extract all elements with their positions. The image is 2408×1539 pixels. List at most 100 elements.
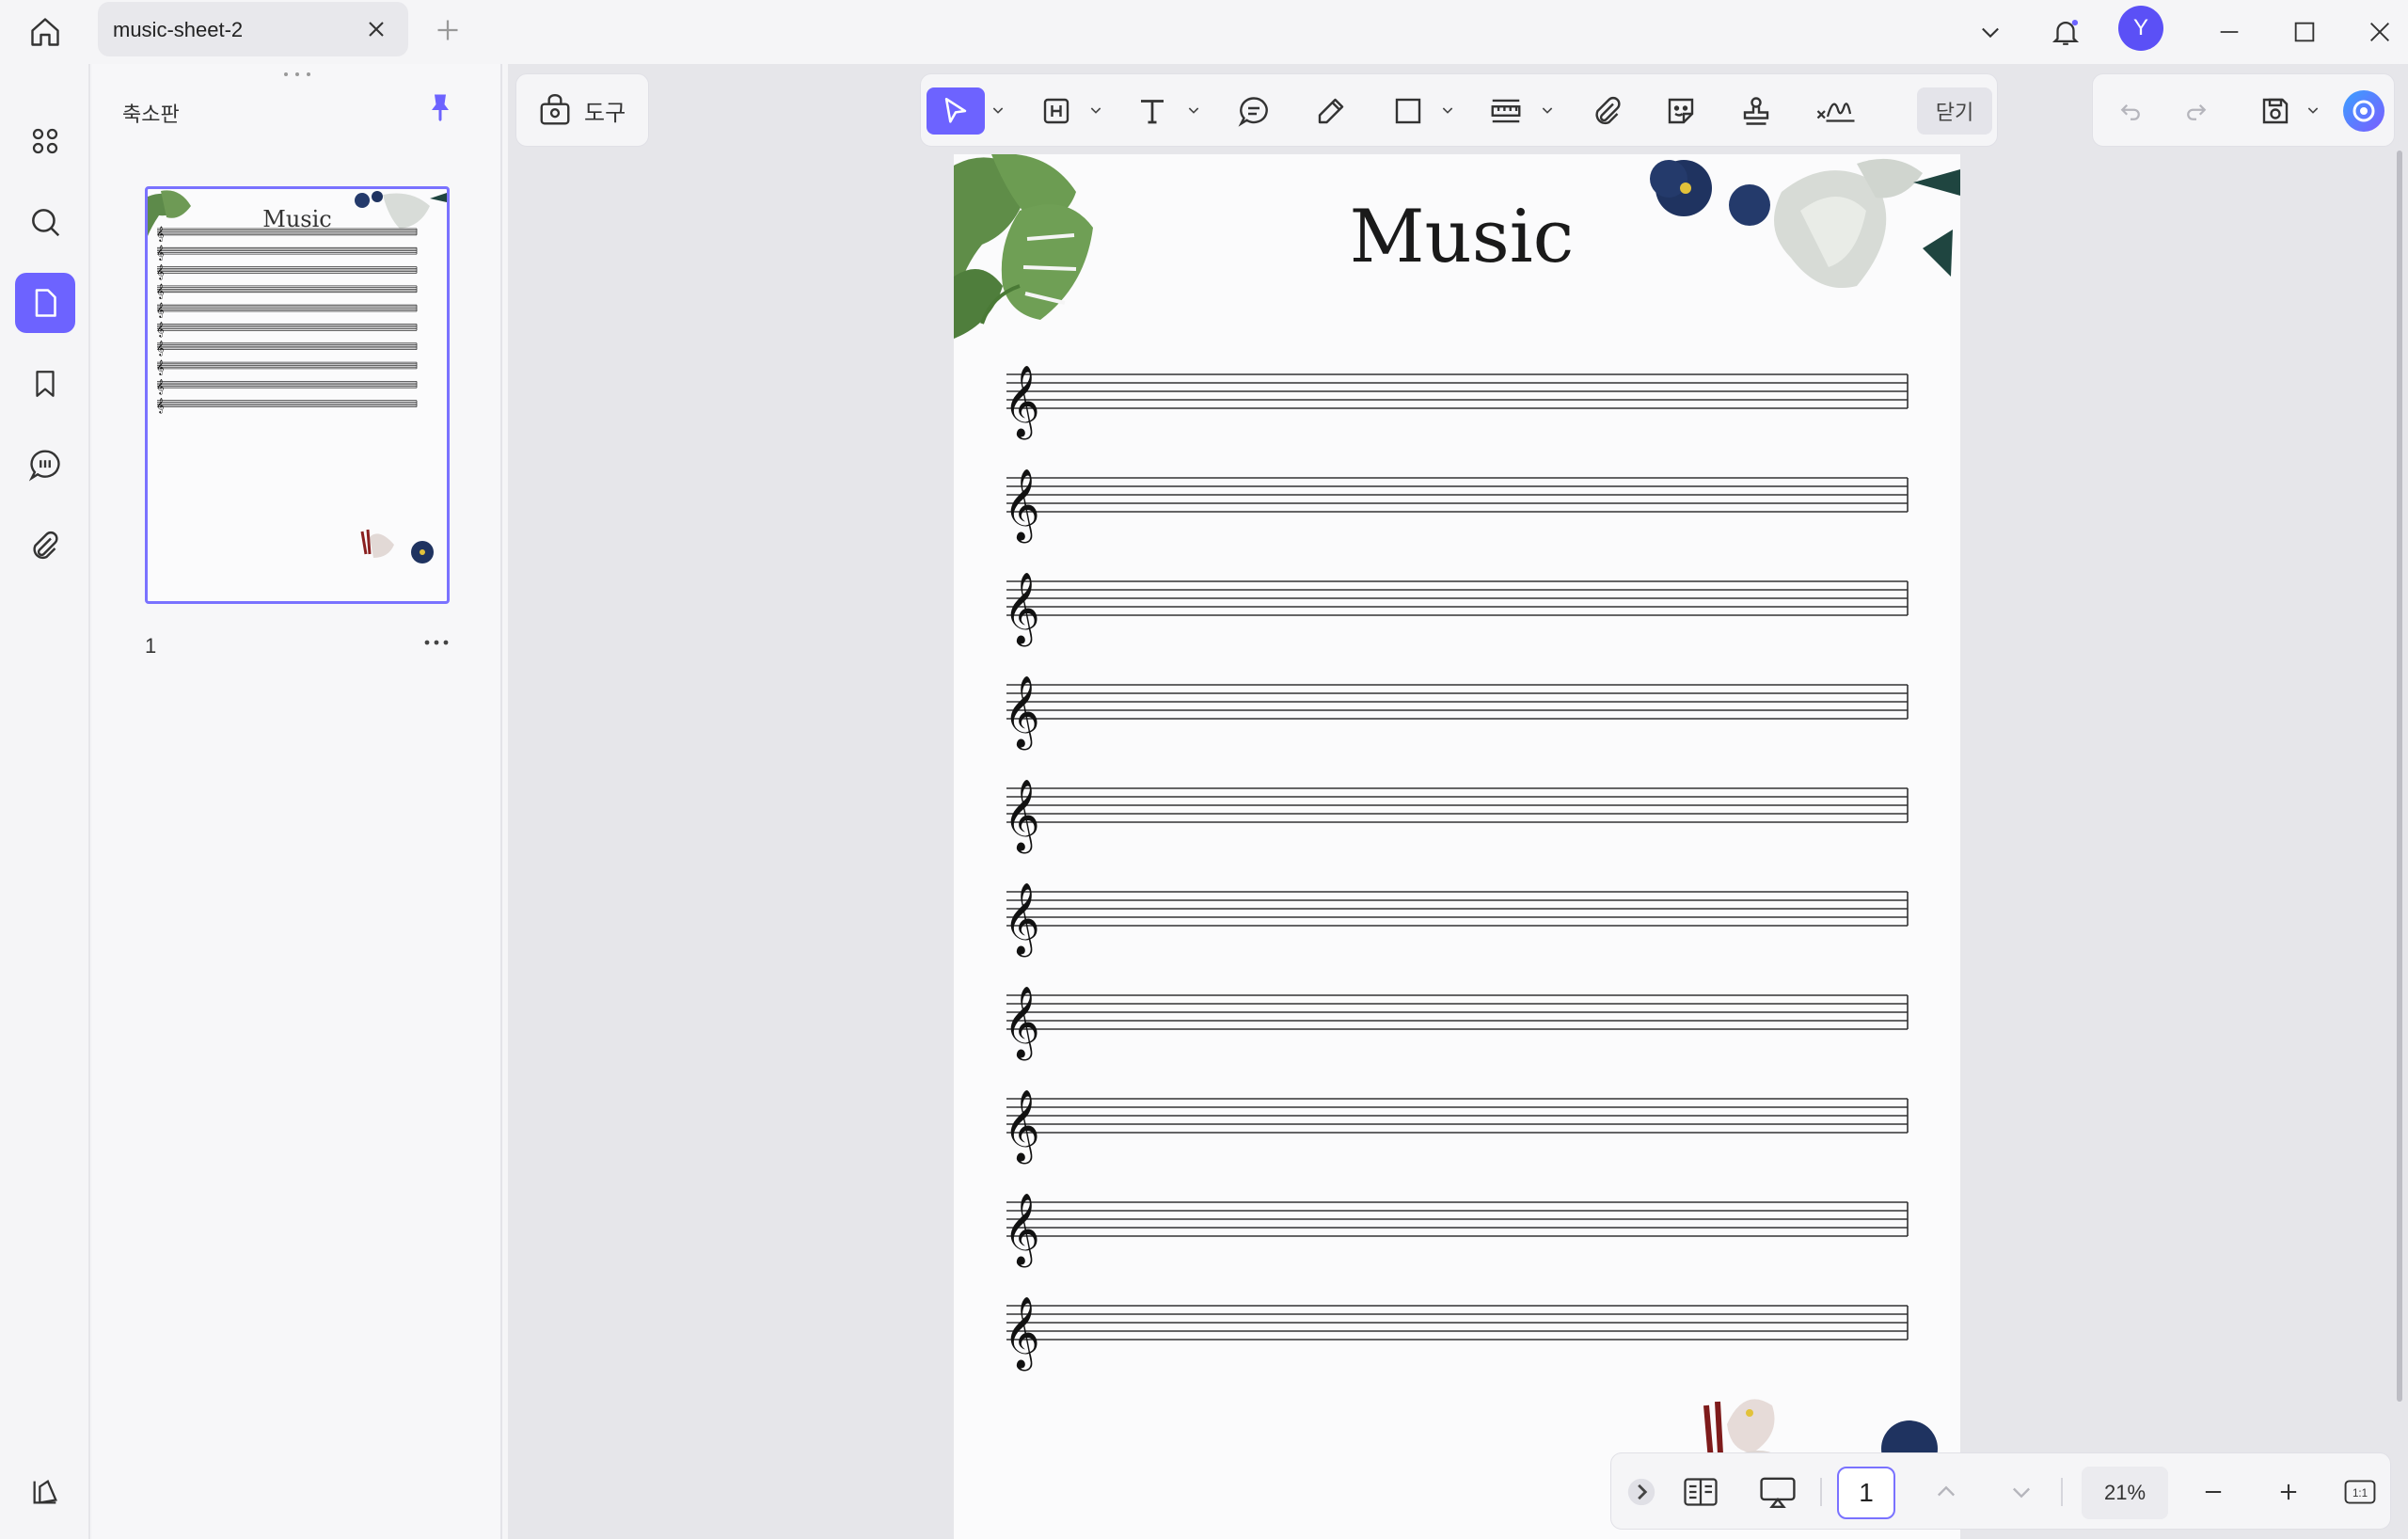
window-close-icon[interactable] xyxy=(2357,9,2402,55)
panel-toggle-icon[interactable] xyxy=(15,1462,75,1522)
redo-button[interactable] xyxy=(2174,87,2219,135)
treble-clef-icon: 𝄞 xyxy=(156,379,164,394)
ai-assistant-button[interactable] xyxy=(2339,87,2388,135)
thumbnail-staves: 𝄞 𝄞 𝄞 𝄞 𝄞 𝄞 𝄞 𝄞 𝄞 𝄞 xyxy=(156,227,418,414)
staff: 𝄞 xyxy=(156,341,418,357)
search-icon[interactable] xyxy=(15,192,75,252)
comment-tool[interactable] xyxy=(1231,87,1276,135)
staff: 𝄞 xyxy=(156,379,418,394)
thumbnail-page-number: 1 xyxy=(145,634,157,658)
chevron-down-icon[interactable] xyxy=(1540,103,1555,118)
undo-button[interactable] xyxy=(2108,87,2153,135)
treble-clef-icon: 𝄞 xyxy=(156,227,164,242)
text-tool[interactable] xyxy=(1130,87,1175,135)
rectangle-icon xyxy=(1395,98,1421,124)
pencil-icon xyxy=(1318,98,1344,124)
treble-clef-icon: 𝄞 xyxy=(156,341,164,357)
document-tab[interactable]: music-sheet-2 xyxy=(98,2,408,56)
more-options-icon[interactable] xyxy=(420,628,453,657)
staff: 𝄞 xyxy=(1004,882,1909,958)
stamp-tool[interactable] xyxy=(1734,87,1779,135)
document-page[interactable]: Music 𝄞 𝄞 𝄞 𝄞 𝄞 𝄞 𝄞 𝄞 𝄞 𝄞 xyxy=(954,154,1960,1539)
treble-clef-icon: 𝄞 xyxy=(156,303,164,318)
treble-clef-icon: 𝄞 xyxy=(1004,365,1040,440)
svg-text:1:1: 1:1 xyxy=(2353,1488,2368,1499)
toolbox-icon xyxy=(540,93,570,125)
staff: 𝄞 xyxy=(1004,986,1909,1061)
attachment-icon[interactable] xyxy=(15,516,75,576)
treble-clef-icon: 𝄞 xyxy=(156,399,164,414)
attach-tool[interactable] xyxy=(1585,87,1630,135)
zoom-out-button[interactable] xyxy=(2194,1468,2232,1515)
close-icon[interactable] xyxy=(363,16,389,42)
stamp-icon xyxy=(1743,97,1769,125)
treble-clef-icon: 𝄞 xyxy=(1004,468,1040,544)
close-toolbar-button[interactable]: 닫기 xyxy=(1917,87,1992,135)
treble-clef-icon: 𝄞 xyxy=(156,322,164,337)
pin-icon[interactable] xyxy=(423,90,461,128)
apps-grid-icon[interactable] xyxy=(15,111,75,171)
chevron-down-icon[interactable] xyxy=(990,103,1006,118)
tools-button[interactable]: 도구 xyxy=(515,73,649,147)
save-button[interactable] xyxy=(2253,87,2298,135)
treble-clef-icon: 𝄞 xyxy=(1004,779,1040,854)
staff: 𝄞 xyxy=(1004,365,1909,440)
actual-size-button[interactable]: 1:1 xyxy=(2339,1468,2381,1515)
sticker-tool[interactable] xyxy=(1658,87,1703,135)
highlight-icon xyxy=(1043,98,1069,124)
minimize-icon[interactable] xyxy=(2207,9,2252,55)
thumbnails-page-icon[interactable] xyxy=(15,273,75,333)
chevron-down-icon[interactable] xyxy=(1186,103,1201,118)
comment-icon[interactable] xyxy=(15,435,75,495)
chevron-down-icon[interactable] xyxy=(1088,103,1103,118)
maximize-icon[interactable] xyxy=(2282,9,2327,55)
next-page-button[interactable] xyxy=(2003,1468,2040,1515)
bottom-navigation-bar: 1 21% 1:1 xyxy=(1610,1452,2391,1530)
bookmark-icon[interactable] xyxy=(15,354,75,414)
history-toolbar xyxy=(2092,73,2395,147)
pencil-tool[interactable] xyxy=(1308,87,1354,135)
staff: 𝄞 xyxy=(156,227,418,242)
staff: 𝄞 xyxy=(1004,572,1909,647)
staff: 𝄞 xyxy=(1004,1296,1909,1372)
treble-clef-icon: 𝄞 xyxy=(156,284,164,299)
chevron-down-icon[interactable] xyxy=(2305,103,2321,118)
cursor-icon xyxy=(944,97,967,123)
staff: 𝄞 xyxy=(156,284,418,299)
annotation-toolbar: 닫기 xyxy=(920,73,1998,147)
staff: 𝄞 xyxy=(156,322,418,337)
staff: 𝄞 xyxy=(1004,468,1909,544)
treble-clef-icon: 𝄞 xyxy=(1004,882,1040,958)
redo-icon xyxy=(2187,103,2207,120)
page-layout-button[interactable] xyxy=(1677,1468,1724,1515)
treble-clef-icon: 𝄞 xyxy=(1004,1193,1040,1268)
previous-page-button[interactable] xyxy=(1927,1468,1965,1515)
chevron-down-icon xyxy=(2013,1487,2030,1499)
chevron-down-icon[interactable] xyxy=(1968,9,2013,55)
signature-tool[interactable] xyxy=(1809,87,1863,135)
page-thumbnail[interactable]: Music 𝄞 𝄞 𝄞 𝄞 𝄞 𝄞 𝄞 𝄞 𝄞 𝄞 xyxy=(145,186,450,604)
presentation-button[interactable] xyxy=(1752,1468,1803,1515)
home-icon[interactable] xyxy=(23,9,68,55)
page-number-input[interactable]: 1 xyxy=(1837,1467,1895,1519)
presentation-icon xyxy=(1760,1477,1796,1509)
panel-resize-handle[interactable] xyxy=(278,70,316,79)
flowers-decoration-top xyxy=(1650,158,1960,288)
treble-clef-icon: 𝄞 xyxy=(1004,572,1040,647)
chevron-down-icon[interactable] xyxy=(1440,103,1455,118)
bell-icon[interactable] xyxy=(2043,9,2088,55)
zoom-level[interactable]: 21% xyxy=(2082,1467,2168,1519)
actual-size-icon: 1:1 xyxy=(2344,1480,2376,1504)
select-tool[interactable] xyxy=(927,87,985,135)
shape-tool[interactable] xyxy=(1386,87,1431,135)
measure-tool[interactable] xyxy=(1483,87,1529,135)
undo-icon xyxy=(2120,103,2140,120)
highlight-tool[interactable] xyxy=(1034,87,1079,135)
staff: 𝄞 xyxy=(156,360,418,375)
zoom-in-button[interactable] xyxy=(2270,1468,2307,1515)
plus-icon[interactable] xyxy=(431,13,465,47)
avatar[interactable]: Y xyxy=(2118,6,2163,51)
ruler-icon xyxy=(1491,99,1521,123)
expand-button[interactable] xyxy=(1623,1468,1660,1515)
vertical-scrollbar[interactable] xyxy=(2397,151,2402,1402)
